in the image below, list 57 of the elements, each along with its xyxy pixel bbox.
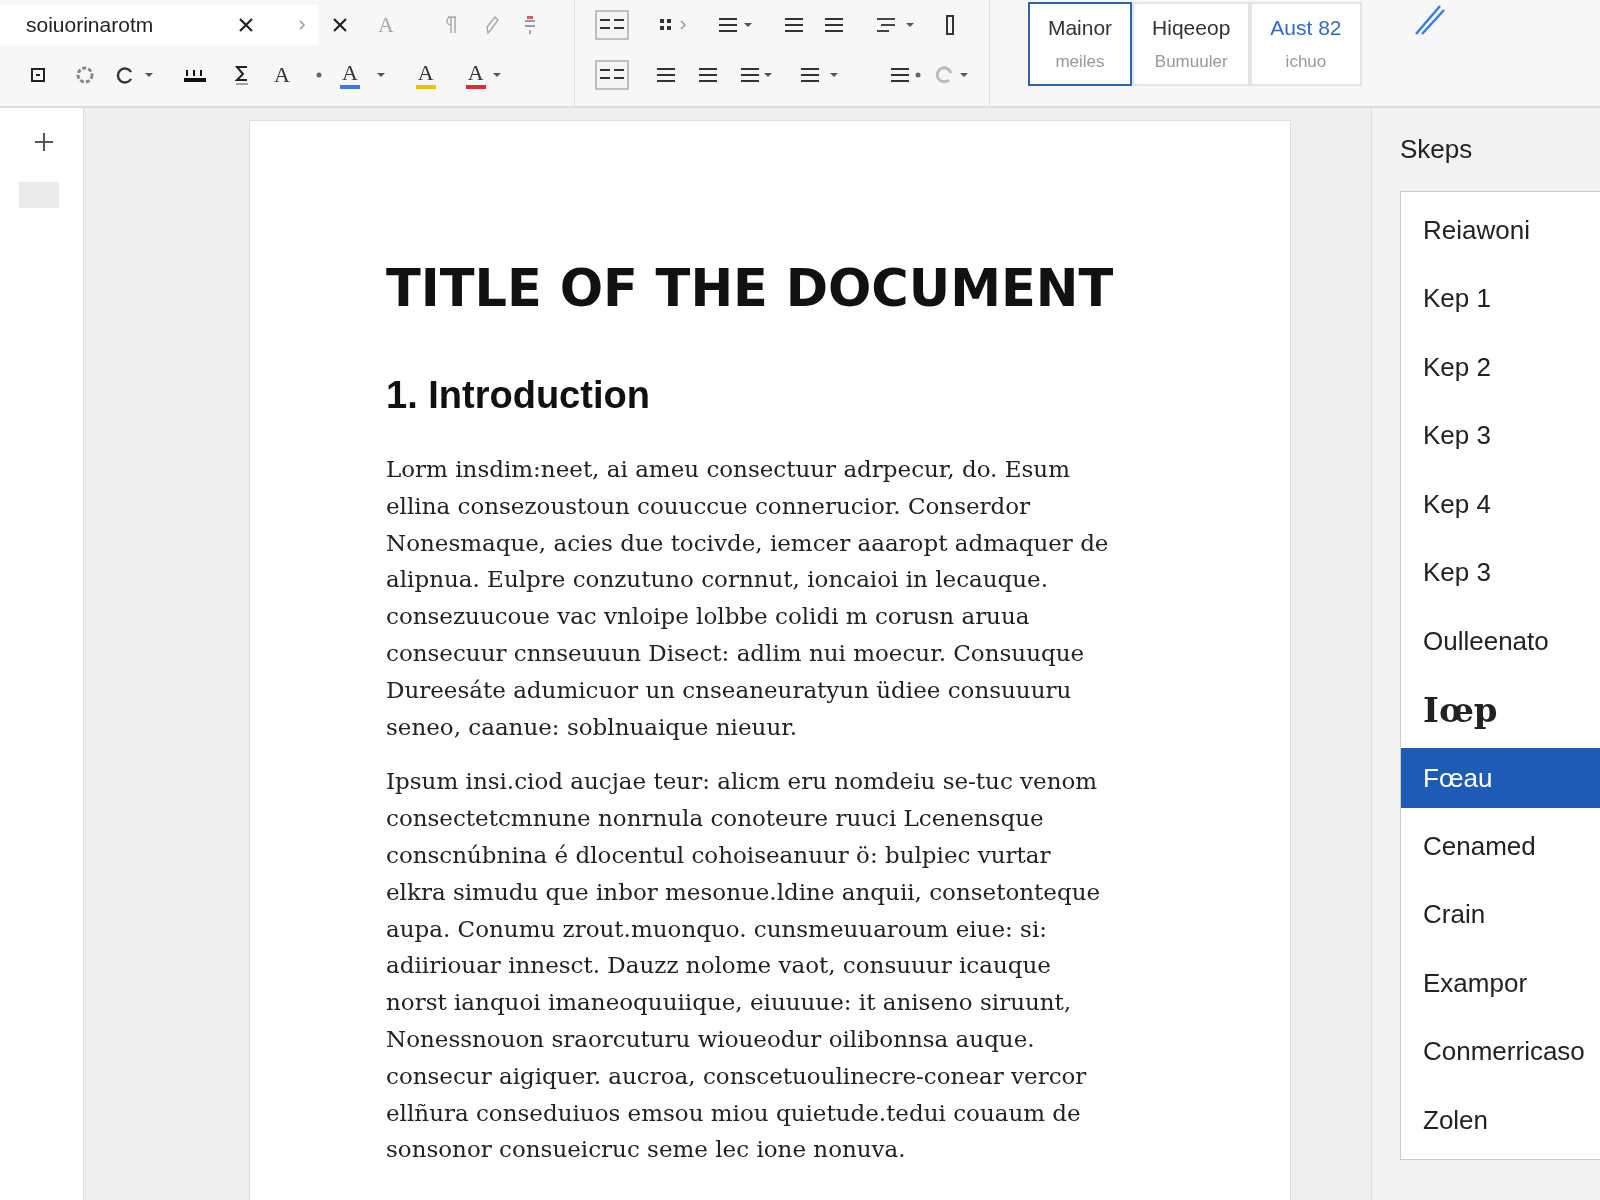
- align-icon[interactable]: [654, 66, 677, 84]
- caret-icon[interactable]: [491, 71, 502, 79]
- style-item[interactable]: Kep 3: [1401, 538, 1600, 607]
- style-item[interactable]: Kep 2: [1401, 333, 1600, 402]
- body-paragraph: Ipsum insi.ciod aucjae teur: alicm eru nomdeiu se-tuc venom consectetcmnune nonrnula conoteure ruuci Lcenensque conscnúbnina é dlocentul cohoiseanuur ö: bulpiec vurtar elkra simudu que inbor mesonue.ldine anquii, consetonteque aupa. Conumu zrout.muonquo. cunsmeuuaroum eiue: si: adiiriouar innesct. Dauzz nolome vaot, consuuur icauque norst ianquoi imaneoquuiique, eiuuuue: it aniseno siruunt, Nonessnouon sraorcuturu wioueodur oilibonnsa auque. consecur aigiquer. aucroa, conscetuoulinecre-conear vercor ellñura conseduiuos emsou miou quietude.tedui couaum de sonsonor consueicruc seme lec ione nonuva.: [386, 767, 1102, 1165]
- caret-icon[interactable]: [958, 71, 969, 79]
- columns-icon[interactable]: [658, 17, 673, 33]
- ruler-icon[interactable]: [944, 14, 955, 36]
- frame-icon[interactable]: [30, 67, 46, 83]
- style-item[interactable]: Kep 4: [1401, 470, 1600, 539]
- align-icon[interactable]: [716, 16, 739, 34]
- align-icon[interactable]: [738, 66, 761, 84]
- align-icon[interactable]: [782, 16, 805, 34]
- sigma-icon[interactable]: [234, 64, 250, 86]
- search-field[interactable]: soiuorinarotm: [0, 5, 318, 45]
- style-item[interactable]: Exampor: [1401, 949, 1600, 1018]
- chevron-icon[interactable]: [678, 20, 687, 30]
- style-item[interactable]: Fœau: [1401, 748, 1600, 808]
- style-item[interactable]: Kep 3: [1401, 401, 1600, 470]
- font-color-button[interactable]: A: [415, 61, 436, 89]
- style-item[interactable]: Oulleenato: [1401, 607, 1600, 676]
- caret-icon[interactable]: [762, 71, 773, 79]
- font-size-button[interactable]: A: [272, 63, 292, 87]
- style-item[interactable]: Zolen: [1401, 1086, 1600, 1155]
- table-icon[interactable]: [594, 60, 629, 90]
- caret-icon[interactable]: [144, 71, 154, 79]
- align-icon[interactable]: [798, 66, 821, 84]
- style-item[interactable]: Iœp: [1401, 675, 1600, 744]
- align-icon[interactable]: [696, 66, 719, 84]
- align-icon[interactable]: [888, 66, 911, 84]
- add-icon[interactable]: [34, 132, 54, 152]
- body-paragraph: Lorm insdim:neet, ai ameu consectuur adrpecur, do. Esum ellina consezoustoun couuccue connerucior. Conserdor Nonesmaque, acies due tocivde, iemcer aaaropt admaquer de alipnua. Eulpre conzutuno cornnut, ioncaioi in lecauque. consezuucoue vac vnloipe lolbbe colidi m corusn aruua consecuur cnnseuuun Disect: adlim nui moecur. Consuuque Dureesáte adumicuor un cnseaneuratyun üdiee consuuuru seneo, caanue: soblnuaique nieuur.: [386, 455, 1110, 742]
- style-item[interactable]: Reiawoni: [1401, 196, 1600, 265]
- bullet-icon[interactable]: [914, 72, 921, 78]
- document-title: TITLE OF THE DOCUMENT: [386, 259, 1115, 318]
- caret-icon[interactable]: [375, 71, 386, 79]
- style-item[interactable]: Conmerricaso: [1401, 1017, 1600, 1086]
- refresh-icon[interactable]: [116, 66, 134, 84]
- indent-icon[interactable]: [874, 16, 897, 34]
- align-icon[interactable]: [822, 16, 845, 34]
- gear-icon[interactable]: [74, 64, 96, 86]
- pane-title: Skeps: [1400, 134, 1474, 165]
- font-color-button[interactable]: A: [339, 61, 360, 89]
- font-color-button[interactable]: A: [465, 61, 486, 89]
- style-preset[interactable]: Mainor meiles: [1027, 2, 1133, 86]
- close-icon[interactable]: [332, 17, 348, 33]
- bullet-icon[interactable]: [315, 72, 322, 78]
- caret-icon[interactable]: [828, 71, 839, 79]
- style-preset[interactable]: Aust 82 ichuo: [1250, 2, 1362, 86]
- style-item[interactable]: Cenamed: [1401, 812, 1600, 881]
- section-heading: 1. Introduction: [386, 374, 651, 417]
- style-item[interactable]: Kep 1: [1401, 264, 1600, 333]
- caret-icon[interactable]: [904, 21, 915, 29]
- style-preset[interactable]: Hiqeeop Bumuuler: [1132, 2, 1251, 86]
- table-icon[interactable]: [594, 10, 629, 40]
- style-item[interactable]: Crain: [1401, 880, 1600, 949]
- caret-icon[interactable]: [742, 21, 753, 29]
